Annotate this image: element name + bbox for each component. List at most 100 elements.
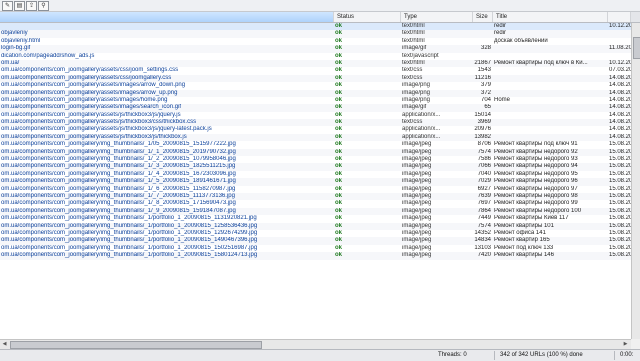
table-row[interactable]: om.ua/components/com_joomgallery/img_thu… (0, 230, 631, 237)
table-row[interactable]: om.ua/components/com_joomgallery/img_thu… (0, 215, 631, 222)
table-row[interactable]: om.ua/components/com_joomgallery/img_thu… (0, 222, 631, 230)
cell-size: 7066 (477, 163, 491, 170)
table-row[interactable]: om.ua/components/com_joomgallery/img_thu… (0, 200, 631, 207)
table-row[interactable]: om.ua/components/com_joomgallery/img_thu… (0, 245, 631, 252)
table-row[interactable]: om.ua/components/com_joomgallery/assets/… (0, 89, 631, 97)
table-row[interactable]: om.ua/components/com_joomgallery/img_thu… (0, 171, 631, 178)
column-url[interactable] (0, 12, 334, 22)
cell-status: ok (335, 170, 343, 177)
cell-url: om.ua/components/com_joomgallery/img_thu… (1, 156, 236, 163)
horizontal-scroll-thumb[interactable] (10, 341, 262, 349)
cell-status: ok (335, 163, 343, 170)
cell-date: 15.08.20 (609, 200, 631, 207)
cell-type: application/x... (402, 111, 441, 118)
table-row[interactable]: login-bg.gif ok image/gif 328 11.08.200 (0, 45, 631, 53)
scroll-right-icon[interactable]: ▶ (622, 341, 629, 348)
cell-size (473, 30, 493, 37)
table-row[interactable]: om.ua/components/com_joomgallery/img_thu… (0, 163, 631, 171)
cell-status: ok (335, 156, 343, 163)
cell-type: text/css (402, 74, 423, 81)
table-row[interactable]: om.ua/ok text/html 21867 Ремонт квартиры по… (0, 59, 631, 68)
cell-title: Ремонт квартиры 101 (494, 222, 554, 229)
cell-title: Ремонт квартиры недорого 93 (494, 156, 578, 163)
cell-url: om.ua/components/com_joomgallery/img_thu… (1, 178, 236, 185)
table-row[interactable]: om.ua/components/com_joomgallery/img_thu… (0, 252, 631, 260)
table-row[interactable]: om.ua/components/com_joomgallery/assets/… (0, 74, 631, 83)
cell-date: 15.08.20 (609, 229, 631, 236)
cell-size: 20976 (474, 126, 491, 133)
table-row[interactable]: om.ua/components/com_joomgallery/img_thu… (0, 186, 631, 193)
column-type[interactable]: Type (401, 12, 473, 22)
table-row[interactable]: om.ua/components/com_joomgallery/assets/… (0, 67, 631, 74)
column-size[interactable]: Size (473, 12, 493, 22)
vertical-scroll-thumb[interactable] (633, 37, 640, 59)
scroll-left-icon[interactable]: ◀ (1, 341, 8, 348)
cell-type: image/png (402, 89, 431, 96)
cell-title: Ремонт квартиры недорого 96 (494, 178, 578, 185)
table-row[interactable]: om.ua/components/com_joomgallery/assets/… (0, 126, 631, 133)
cell-type: image/jpeg (402, 222, 432, 229)
horizontal-scrollbar[interactable]: ◀ ▶ (0, 339, 631, 349)
column-date[interactable] (608, 12, 631, 22)
cell-date (608, 30, 631, 37)
edit-icon[interactable]: ✎ (2, 1, 13, 11)
table-row[interactable]: om.ua/components/com_joomgallery/assets/… (0, 119, 631, 127)
table-row[interactable]: om.ua/components/com_joomgallery/assets/… (0, 104, 631, 112)
table-row[interactable]: ok text/html redir 10.12.20 (0, 23, 631, 31)
cell-url: om.ua/components/com_joomgallery/img_thu… (1, 192, 235, 199)
export-icon[interactable]: ⇪ (26, 1, 37, 11)
header-corner (631, 12, 640, 22)
cell-size: 704 (480, 96, 491, 103)
cell-size: 8706 (477, 141, 491, 148)
cell-type: image/jpeg (402, 156, 432, 163)
cell-size: 13982 (474, 133, 491, 140)
cell-url: om.ua/components/com_joomgallery/img_thu… (1, 244, 258, 251)
cell-size (473, 53, 493, 60)
table-row[interactable]: dication.com/pageadd/show_ads.js ok text/j… (0, 53, 631, 60)
table-row[interactable]: objavleniy ok text/html redir (0, 30, 631, 38)
cell-type: image/png (402, 82, 431, 89)
cell-status: ok (335, 237, 343, 244)
cell-status: ok (335, 222, 343, 229)
column-status[interactable]: Status (334, 12, 401, 22)
table-row[interactable]: om.ua/components/com_joomgallery/assets/… (0, 82, 631, 89)
cell-title (493, 75, 608, 82)
column-title[interactable]: Title (493, 12, 608, 22)
cell-title (493, 82, 608, 89)
table-row[interactable]: om.ua/components/com_joomgallery/assets/… (0, 133, 631, 142)
table-row[interactable]: om.ua/components/com_joomgallery/assets/… (0, 97, 631, 104)
table-row[interactable]: objavleniy.html ok text/html доскак объявле… (0, 38, 631, 45)
cell-url: om.ua/components/com_joomgallery/assets/… (1, 126, 212, 133)
cell-status: ok (335, 104, 343, 111)
table-row[interactable]: om.ua/components/com_joomgallery/assets/… (0, 112, 631, 119)
cell-type: image/gif (402, 45, 427, 52)
table-row[interactable]: om.ua/components/com_joomgallery/img_thu… (0, 207, 631, 216)
cell-status: ok (335, 133, 343, 140)
cell-url: om.ua/components/com_joomgallery/assets/… (1, 82, 186, 89)
cell-type: image/jpeg (402, 163, 432, 170)
cell-date (608, 53, 631, 60)
table-row[interactable]: om.ua/components/com_joomgallery/img_thu… (0, 237, 631, 245)
cell-type: image/jpeg (402, 252, 432, 259)
search-icon[interactable]: ⚲ (38, 1, 49, 11)
cell-url: om.ua/components/com_joomgallery/img_thu… (1, 185, 236, 192)
list-icon[interactable]: ▤ (14, 1, 25, 11)
cell-type: image/jpeg (402, 170, 432, 177)
cell-type: image/jpeg (402, 229, 432, 236)
cell-title: Ремонт квартиры недорого 94 (494, 163, 578, 170)
cell-title (493, 134, 608, 141)
table-row[interactable]: om.ua/components/com_joomgallery/img_thu… (0, 192, 631, 201)
cell-status: ok (335, 74, 343, 81)
cell-type: text/javascript (402, 52, 439, 59)
vertical-scrollbar[interactable] (631, 23, 640, 339)
table-row[interactable]: om.ua/components/com_joomgallery/img_thu… (0, 141, 631, 148)
cell-size: 7029 (477, 178, 491, 185)
table-row[interactable]: om.ua/components/com_joomgallery/img_thu… (0, 156, 631, 163)
cell-type: text/html (402, 59, 425, 66)
cell-date: 15.08.20 (609, 185, 631, 192)
status-bar: Threads: 0 342 of 342 URLs (100 %) done … (0, 349, 640, 361)
cell-type: text/html (402, 23, 425, 29)
cell-size: 14352 (474, 229, 491, 236)
table-row[interactable]: om.ua/components/com_joomgallery/img_thu… (0, 148, 631, 157)
table-row[interactable]: om.ua/components/com_joomgallery/img_thu… (0, 178, 631, 186)
